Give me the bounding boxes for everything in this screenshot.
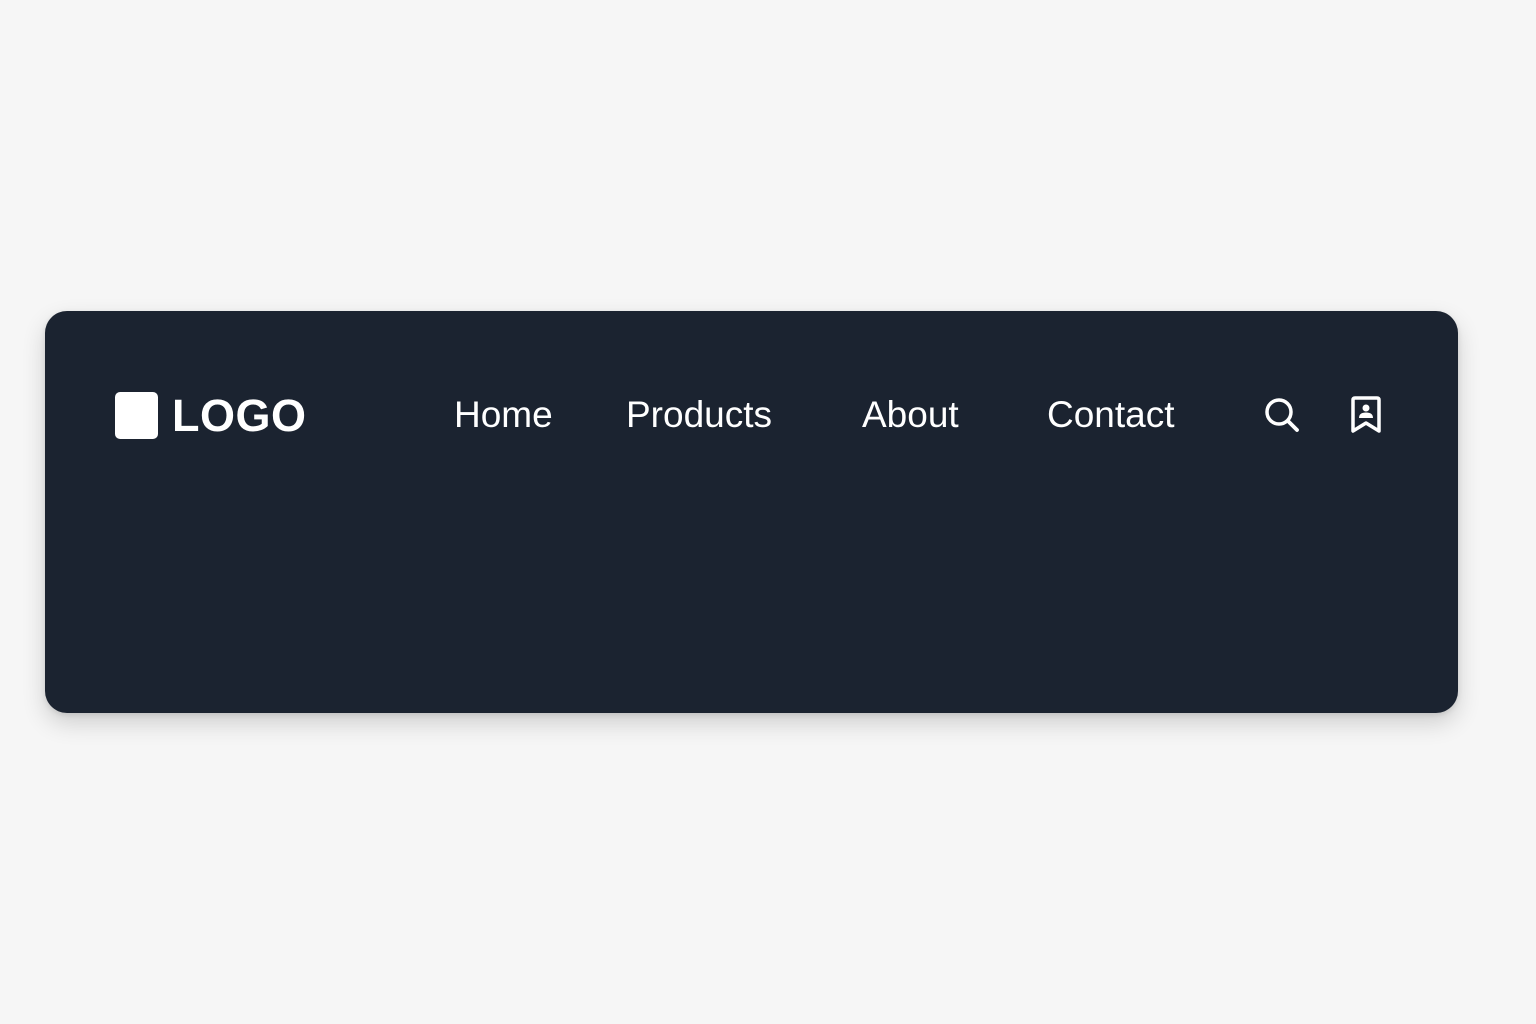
navbar-card: LOGO Home Products About Contact <box>45 311 1458 713</box>
bookmark-button[interactable] <box>1345 394 1387 436</box>
nav-link-products[interactable]: Products <box>626 395 772 435</box>
search-button[interactable] <box>1261 394 1303 436</box>
nav-link-contact[interactable]: Contact <box>1047 395 1175 435</box>
nav-link-about[interactable]: About <box>862 395 959 435</box>
bookmark-user-icon <box>1351 396 1381 433</box>
logo-mark-icon <box>115 391 158 439</box>
nav-link-home[interactable]: Home <box>454 395 553 435</box>
logo-link[interactable]: LOGO <box>115 391 307 439</box>
top-navbar: LOGO Home Products About Contact <box>45 311 1458 521</box>
search-icon <box>1265 398 1299 432</box>
logo-text: LOGO <box>172 389 307 441</box>
